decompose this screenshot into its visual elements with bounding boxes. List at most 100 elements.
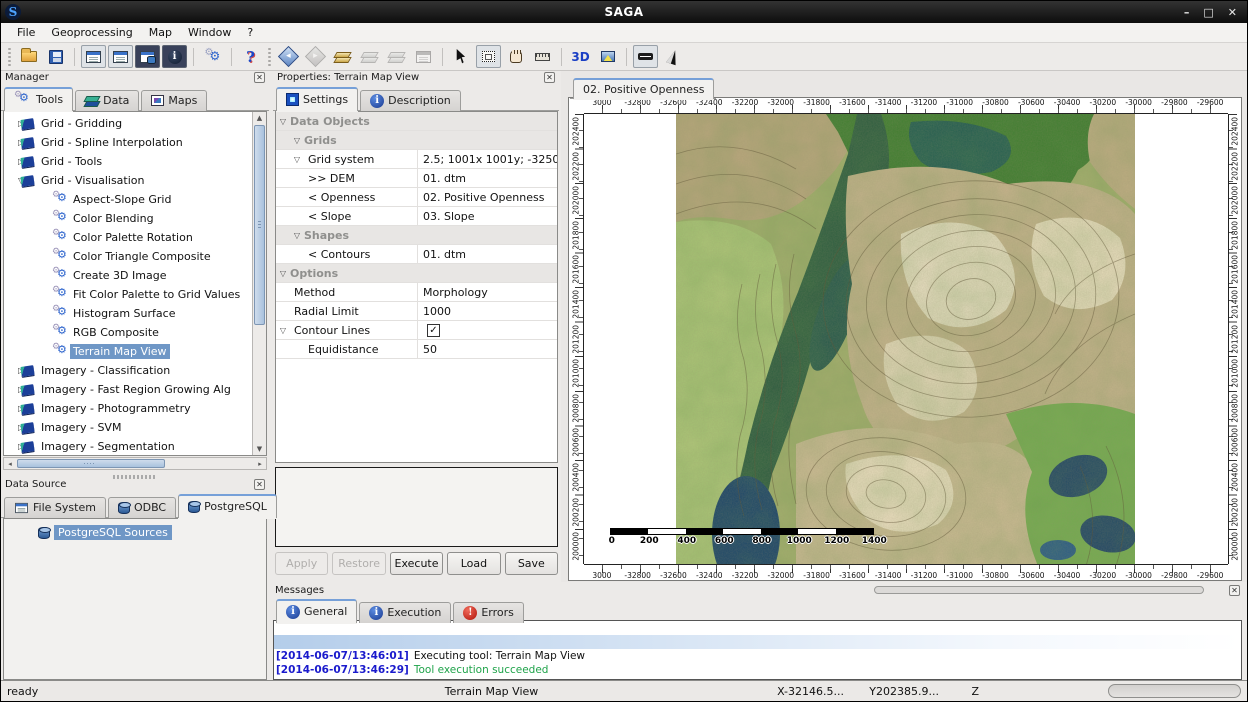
parameter-group-row[interactable]: ▽Data Objects bbox=[276, 112, 557, 131]
tab-postgresql[interactable]: PostgreSQL bbox=[178, 494, 277, 518]
tool-manager-button[interactable] bbox=[200, 45, 225, 68]
parameter-value[interactable]: 01. dtm bbox=[418, 172, 557, 185]
tree-item-tool-selected[interactable]: Terrain Map View bbox=[4, 342, 252, 361]
tab-settings[interactable]: Settings bbox=[276, 87, 358, 111]
parameter-row[interactable]: >> DEM01. dtm bbox=[276, 169, 557, 188]
restore-button[interactable]: Restore bbox=[332, 552, 385, 575]
expander-icon[interactable]: ▷ bbox=[4, 138, 20, 147]
menu-map[interactable]: Map bbox=[141, 24, 180, 41]
scroll-up-icon[interactable]: ▲ bbox=[253, 112, 266, 124]
view-3d-button[interactable]: 3D bbox=[568, 45, 593, 68]
help-button[interactable]: ? bbox=[238, 45, 263, 68]
tab-file-system[interactable]: File System bbox=[4, 497, 106, 518]
parameter-row[interactable]: Equidistance50 bbox=[276, 340, 557, 359]
open-button[interactable] bbox=[16, 45, 41, 68]
log-line-empty[interactable] bbox=[274, 621, 1241, 635]
parameter-row[interactable]: < Contours01. dtm bbox=[276, 245, 557, 264]
minimize-button[interactable]: – bbox=[1184, 6, 1190, 19]
expander-icon[interactable]: ▽ bbox=[276, 269, 290, 278]
expander-icon[interactable]: ▽ bbox=[4, 176, 20, 185]
tree-item-tool[interactable]: Color Blending bbox=[4, 209, 252, 228]
expander-icon[interactable]: ▷ bbox=[4, 119, 20, 128]
tree-item-tool[interactable]: RGB Composite bbox=[4, 323, 252, 342]
expander-icon[interactable]: ▷ bbox=[4, 366, 20, 375]
expander-icon[interactable]: ▷ bbox=[4, 404, 20, 413]
back-button[interactable]: ◂ bbox=[276, 45, 301, 68]
print-map-button[interactable] bbox=[595, 45, 620, 68]
parameter-row[interactable]: < Openness02. Positive Openness bbox=[276, 188, 557, 207]
toolbar-grip[interactable] bbox=[267, 47, 272, 67]
tree-item-tool[interactable]: Fit Color Palette to Grid Values bbox=[4, 285, 252, 304]
scroll-down-icon[interactable]: ▼ bbox=[253, 443, 266, 455]
scrollbar-thumb[interactable] bbox=[254, 125, 265, 325]
tab-data[interactable]: Data bbox=[75, 90, 139, 111]
toolbar-grip[interactable] bbox=[7, 47, 12, 67]
parameter-value[interactable]: 2.5; 1001x 1001y; -32500 bbox=[418, 153, 557, 166]
tab-general[interactable]: iGeneral bbox=[276, 599, 357, 623]
parameter-row[interactable]: ▽Grid system2.5; 1001x 1001y; -32500 bbox=[276, 150, 557, 169]
execute-button[interactable]: Execute bbox=[390, 552, 443, 575]
show-messages-button[interactable]: i bbox=[162, 45, 187, 68]
scrollbar-thumb[interactable] bbox=[17, 459, 165, 468]
parameter-value[interactable]: 1000 bbox=[418, 305, 557, 318]
expander-icon[interactable]: ▽ bbox=[276, 326, 290, 335]
parameter-value[interactable]: Morphology bbox=[418, 286, 557, 299]
pan-tool-button[interactable] bbox=[503, 45, 528, 68]
tree-item-tool[interactable]: Color Triangle Composite bbox=[4, 247, 252, 266]
save-tool-chain-button[interactable] bbox=[357, 45, 382, 68]
apply-tool-button[interactable] bbox=[384, 45, 409, 68]
messages-close-icon[interactable]: ✕ bbox=[1229, 585, 1240, 596]
manager-close-icon[interactable]: ✕ bbox=[254, 72, 265, 83]
parameter-value[interactable]: 02. Positive Openness bbox=[418, 191, 557, 204]
expander-icon[interactable]: ▽ bbox=[276, 231, 304, 240]
load-button[interactable]: Load bbox=[447, 552, 500, 575]
parameter-group-row[interactable]: ▽Grids bbox=[276, 131, 557, 150]
tree-item-library[interactable]: ▷Imagery - Photogrammetry bbox=[4, 399, 252, 418]
copy-button[interactable] bbox=[411, 45, 436, 68]
tree-item-tool[interactable]: Histogram Surface bbox=[4, 304, 252, 323]
tree-item-library[interactable]: ▷Imagery - Fast Region Growing Alg bbox=[4, 380, 252, 399]
tab-map-document[interactable]: 02. Positive Openness bbox=[573, 78, 714, 99]
close-button[interactable]: ✕ bbox=[1228, 6, 1237, 19]
show-datasource-button[interactable] bbox=[135, 45, 160, 68]
expander-icon[interactable]: ▷ bbox=[4, 157, 20, 166]
map-canvas[interactable]: 0200400600800100012001400 bbox=[584, 114, 1228, 564]
north-arrow-button[interactable] bbox=[660, 45, 685, 68]
tree-vertical-scrollbar[interactable]: ▲ ▼ bbox=[252, 112, 266, 455]
tree-item-library[interactable]: ▽Grid - Visualisation bbox=[4, 171, 252, 190]
expander-icon[interactable]: ▽ bbox=[276, 117, 290, 126]
expander-icon[interactable]: ▽ bbox=[276, 155, 304, 164]
save-settings-button[interactable]: Save bbox=[505, 552, 558, 575]
menu-geoprocessing[interactable]: Geoprocessing bbox=[43, 24, 140, 41]
pointer-tool-button[interactable] bbox=[449, 45, 474, 68]
parameter-value[interactable]: 01. dtm bbox=[418, 248, 557, 261]
tab-odbc[interactable]: ODBC bbox=[108, 497, 176, 518]
messages-scroll-hint[interactable] bbox=[874, 586, 1204, 594]
tab-maps[interactable]: Maps bbox=[141, 90, 207, 111]
menu-file[interactable]: File bbox=[9, 24, 43, 41]
expander-icon[interactable]: ▷ bbox=[4, 442, 20, 451]
properties-close-icon[interactable]: ✕ bbox=[544, 72, 555, 83]
measure-tool-button[interactable] bbox=[530, 45, 555, 68]
tab-errors[interactable]: !Errors bbox=[453, 602, 524, 623]
parameter-row[interactable]: ▽Contour Lines✓ bbox=[276, 321, 557, 340]
tree-item-library[interactable]: ▷Imagery - Segmentation bbox=[4, 437, 252, 456]
tree-horizontal-scrollbar[interactable]: ◂ ▸ bbox=[3, 457, 267, 470]
tab-execution[interactable]: iExecution bbox=[359, 602, 451, 623]
datasource-close-icon[interactable]: ✕ bbox=[254, 479, 265, 490]
show-ruler-button[interactable] bbox=[633, 45, 658, 68]
show-manager-button[interactable] bbox=[81, 45, 106, 68]
expander-icon[interactable]: ▷ bbox=[4, 423, 20, 432]
tree-item-library[interactable]: ▷Grid - Spline Interpolation bbox=[4, 133, 252, 152]
expander-icon[interactable]: ▽ bbox=[276, 136, 304, 145]
parameter-value[interactable]: 50 bbox=[418, 343, 557, 356]
scroll-left-icon[interactable]: ◂ bbox=[4, 458, 16, 469]
tree-item-tool[interactable]: Color Palette Rotation bbox=[4, 228, 252, 247]
menu-window[interactable]: Window bbox=[180, 24, 239, 41]
scroll-right-icon[interactable]: ▸ bbox=[254, 458, 266, 469]
log-line[interactable]: [2014-06-07/13:46:29] Tool execution suc… bbox=[274, 663, 1241, 677]
tree-item-tool[interactable]: Create 3D Image bbox=[4, 266, 252, 285]
tab-tools[interactable]: Tools bbox=[4, 87, 73, 111]
tree-item-library[interactable]: ▷Imagery - Classification bbox=[4, 361, 252, 380]
expander-icon[interactable]: ▷ bbox=[4, 385, 20, 394]
